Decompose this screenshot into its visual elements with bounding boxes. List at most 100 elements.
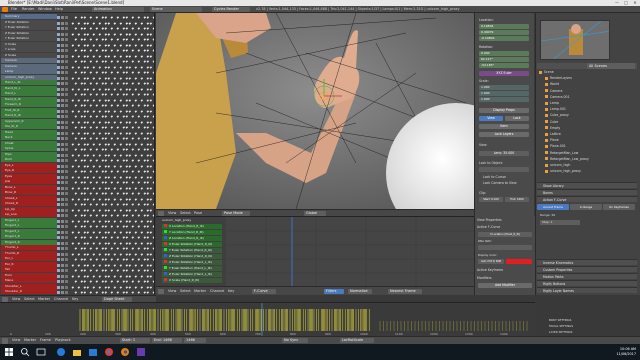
- outliner-item[interactable]: Scene: [537, 70, 637, 75]
- channel-keyframes[interactable]: [70, 76, 154, 80]
- dopesheet-summary-row[interactable]: Z Scale: [0, 52, 154, 58]
- lock-layers-button[interactable]: Lock Layers: [479, 132, 529, 137]
- windows-start-icon[interactable]: [4, 347, 14, 357]
- dopesheet-summary-row[interactable]: Z Euler Rotation: [0, 19, 154, 25]
- channel-keyframes[interactable]: [70, 257, 154, 261]
- channel-keyframes[interactable]: [70, 213, 154, 217]
- channel-toggle-icons[interactable]: [57, 169, 69, 173]
- channel-keyframes[interactable]: [70, 246, 154, 250]
- graph-menu-channel[interactable]: Channel: [210, 289, 224, 294]
- channel-toggle-icons[interactable]: [57, 153, 69, 157]
- channel-toggle-icons[interactable]: [57, 213, 69, 217]
- outliner-item[interactable]: RenderLayers: [537, 76, 637, 81]
- dopesheet-channel-row[interactable]: Ear_L: [0, 256, 154, 261]
- dopesheet-channel-row[interactable]: Finger2_R: [0, 239, 154, 245]
- channel-keyframes[interactable]: [70, 147, 154, 151]
- properties-panel-header[interactable]: Rigify Layer Names: [537, 287, 637, 293]
- channel-toggle-icons[interactable]: [57, 219, 69, 223]
- channel-keyframes[interactable]: [70, 43, 154, 47]
- render-engine-selector[interactable]: Cycles Render: [212, 7, 250, 12]
- channel-keyframes[interactable]: [70, 131, 154, 135]
- outliner-item[interactable]: Empty: [537, 126, 637, 131]
- graph-channel-row[interactable]: Z Location (Hand_R_IK): [162, 236, 222, 241]
- channel-keyframes[interactable]: [70, 263, 154, 267]
- channel-keyframes[interactable]: [70, 153, 154, 157]
- channel-toggle-icons[interactable]: [57, 92, 69, 96]
- channel-toggle-icons[interactable]: [57, 48, 69, 52]
- dopesheet-channel-row[interactable]: Eye_L: [0, 162, 154, 168]
- menu-window[interactable]: Window: [38, 7, 52, 12]
- graph-channel-row[interactable]: X Scale (Hand_R_IK): [162, 278, 222, 283]
- channel-toggle-icons[interactable]: [57, 70, 69, 74]
- channel-keyframes[interactable]: [70, 224, 154, 228]
- dopesheet-channel-row[interactable]: Shoulder_L: [0, 283, 154, 289]
- properties-panel-header[interactable]: Custom Properties: [537, 266, 637, 272]
- menu-file[interactable]: File: [11, 7, 17, 12]
- channel-keyframes[interactable]: [70, 235, 154, 239]
- outliner-item[interactable]: World: [537, 82, 637, 87]
- sync-mode-selector[interactable]: No Sync: [282, 338, 308, 343]
- channel-keyframes[interactable]: [70, 230, 154, 234]
- channel-toggle-icons[interactable]: [57, 43, 69, 47]
- lens-field[interactable]: Lens: 35.000: [479, 151, 529, 156]
- channel-toggle-icons[interactable]: [57, 142, 69, 146]
- dopesheet-channel-row[interactable]: Spine: [0, 146, 154, 151]
- channel-keyframes[interactable]: [70, 70, 154, 74]
- channel-toggle-icons[interactable]: [57, 120, 69, 124]
- channel-toggle-icons[interactable]: [57, 158, 69, 162]
- outliner-item[interactable]: unicorn_high_proxy: [537, 169, 637, 174]
- rigify-settings-item[interactable]: BODY SETTINGS: [537, 318, 637, 323]
- chrome-icon[interactable]: [104, 347, 114, 357]
- channel-keyframes[interactable]: [70, 268, 154, 272]
- 3d-viewport[interactable]: [156, 13, 474, 209]
- graph-channel-row[interactable]: X Location (Hand_R_IK): [162, 224, 222, 229]
- channel-toggle-icons[interactable]: [57, 268, 69, 272]
- motion-path-tab[interactable]: On Keyframes: [603, 204, 635, 210]
- timeline-menu-view[interactable]: View: [12, 338, 20, 343]
- edge-browser-icon[interactable]: [56, 347, 66, 357]
- channel-toggle-icons[interactable]: [57, 285, 69, 289]
- channel-toggle-icons[interactable]: [57, 257, 69, 261]
- dopesheet-channel-row[interactable]: Hips: [0, 151, 154, 157]
- channel-keyframes[interactable]: [70, 290, 154, 294]
- channel-toggle-icons[interactable]: [57, 186, 69, 190]
- graph-channel-row[interactable]: Y Euler Rotation (Hand_L_IK): [162, 266, 222, 271]
- outliner-item[interactable]: Camera.001: [537, 95, 637, 100]
- channel-keyframes[interactable]: [70, 285, 154, 289]
- graph-menu-key[interactable]: Key: [228, 289, 234, 294]
- channel-keyframes[interactable]: [70, 59, 154, 63]
- outliner-item[interactable]: Cube_proxy: [537, 113, 637, 118]
- graph-mode-selector[interactable]: F-Curve: [252, 289, 276, 294]
- add-modifier-button[interactable]: Add Modifier: [478, 283, 532, 288]
- channel-toggle-icons[interactable]: [57, 224, 69, 228]
- channel-keyframes[interactable]: [70, 274, 154, 278]
- channel-toggle-icons[interactable]: [57, 235, 69, 239]
- motion-path-tab[interactable]: In Range: [570, 204, 602, 210]
- scene-selector[interactable]: Scene: [150, 7, 202, 12]
- clip-start-field[interactable]: Start: 0.100: [479, 197, 503, 202]
- channel-keyframes[interactable]: [70, 136, 154, 140]
- task-view-icon[interactable]: [36, 347, 46, 357]
- dopesheet-channel-row[interactable]: Brow_R: [0, 190, 154, 195]
- current-frame-field[interactable]: 1466: [184, 338, 206, 343]
- dopesheet-channel-row[interactable]: Mane: [0, 278, 154, 283]
- channel-keyframes[interactable]: [70, 219, 154, 223]
- properties-panel-header[interactable]: Inverse Kinematics: [537, 259, 637, 265]
- dopesheet-channel-row[interactable]: Finger2_L: [0, 223, 154, 228]
- dopesheet-channel-row[interactable]: Finger1_L: [0, 217, 154, 223]
- dopesheet-channel-row[interactable]: Jaw: [0, 179, 154, 184]
- dopesheet-object-row[interactable]: unicorn_high_proxy: [0, 74, 154, 80]
- dopesheet-summary-row[interactable]: Y Euler Rotation: [0, 36, 154, 41]
- dopesheet-channel-row[interactable]: Horn: [0, 272, 154, 278]
- dopesheet-channel-row[interactable]: Hand_L_IK: [0, 80, 154, 85]
- menu-help[interactable]: Help: [55, 7, 63, 12]
- dopesheet-object-row[interactable]: Camera: [0, 63, 154, 69]
- properties-panel-header[interactable]: Rigify Buttons: [537, 280, 637, 286]
- outliner-item[interactable]: Lattice: [537, 132, 637, 137]
- channel-keyframes[interactable]: [70, 32, 154, 36]
- dopesheet-channel-row[interactable]: Head: [0, 129, 154, 135]
- rigify-settings-item[interactable]: FACIAL SETTINGS: [537, 324, 637, 329]
- channel-keyframes[interactable]: [70, 54, 154, 58]
- scale-y-field[interactable]: 1.000: [479, 91, 529, 96]
- dopesheet-object-row[interactable]: Lamp: [0, 69, 154, 74]
